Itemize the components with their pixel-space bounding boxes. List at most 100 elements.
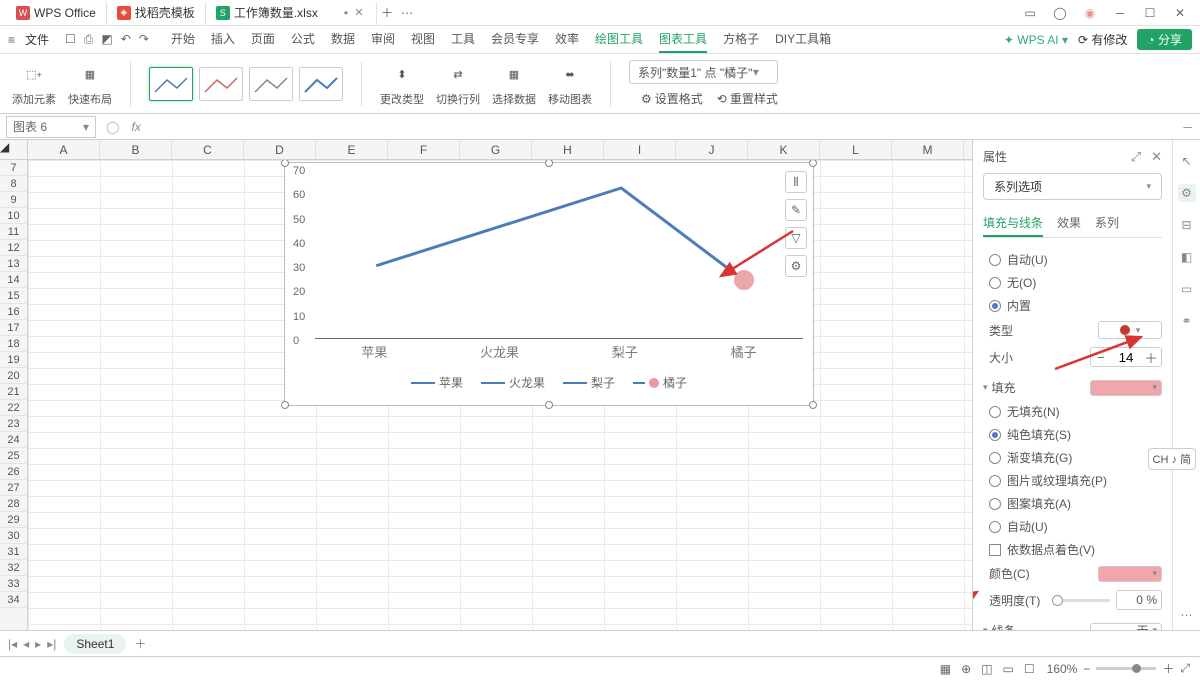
legend-item[interactable]: 橘子 bbox=[633, 374, 687, 391]
row-header[interactable]: 13 bbox=[0, 256, 27, 272]
row-header[interactable]: 32 bbox=[0, 560, 27, 576]
zoom-in-icon[interactable]: ＋ bbox=[1162, 660, 1174, 677]
col-header[interactable]: M bbox=[892, 140, 964, 159]
add-sheet-button[interactable]: ＋ bbox=[134, 635, 146, 652]
row-header[interactable]: 16 bbox=[0, 304, 27, 320]
row-header[interactable]: 28 bbox=[0, 496, 27, 512]
menu-视图[interactable]: 视图 bbox=[411, 26, 435, 53]
fill-by-point[interactable]: 依数据点着色(V) bbox=[983, 538, 1162, 561]
add-element-button[interactable]: ⬚+添加元素 bbox=[12, 61, 56, 107]
menu-绘图工具[interactable]: 绘图工具 bbox=[595, 26, 643, 53]
close-window-icon[interactable]: ✕ bbox=[1172, 6, 1188, 20]
col-header[interactable]: D bbox=[244, 140, 316, 159]
view-read-icon[interactable]: ☐ bbox=[1024, 662, 1035, 676]
col-header[interactable]: G bbox=[460, 140, 532, 159]
hamburger-icon[interactable]: ≡ bbox=[8, 33, 15, 47]
menu-页面[interactable]: 页面 bbox=[251, 26, 275, 53]
row-header[interactable]: 29 bbox=[0, 512, 27, 528]
tab-menu[interactable]: ⋯ bbox=[397, 6, 417, 20]
chart-styles-button[interactable]: ✎ bbox=[785, 199, 807, 221]
row-header[interactable]: 17 bbox=[0, 320, 27, 336]
row-header[interactable]: 8 bbox=[0, 176, 27, 192]
window-menu-icon[interactable]: ▭ bbox=[1022, 6, 1038, 20]
edge-link-icon[interactable]: ⚭ bbox=[1178, 312, 1196, 330]
col-header[interactable]: I bbox=[604, 140, 676, 159]
menu-DIY工具箱[interactable]: DIY工具箱 bbox=[775, 26, 831, 53]
menu-开始[interactable]: 开始 bbox=[171, 26, 195, 53]
view-normal-icon[interactable]: ▦ bbox=[940, 662, 951, 676]
fill-solid[interactable]: 纯色填充(S) bbox=[983, 423, 1162, 446]
series-options-dropdown[interactable]: 系列选项▾ bbox=[983, 173, 1162, 200]
col-header[interactable]: J bbox=[676, 140, 748, 159]
row-header[interactable]: 30 bbox=[0, 528, 27, 544]
close-icon[interactable]: ✕ bbox=[352, 6, 366, 20]
view-page-icon[interactable]: ▭ bbox=[1003, 662, 1014, 676]
embedded-chart[interactable]: 010203040506070 苹果火龙果梨子橘子 苹果火龙果梨子橘子 ⫴ ✎ … bbox=[284, 162, 814, 406]
row-header[interactable]: 15 bbox=[0, 288, 27, 304]
change-type-button[interactable]: ⬍更改类型 bbox=[380, 61, 424, 107]
reset-style-button[interactable]: ⟲ 重置样式 bbox=[717, 90, 778, 107]
changes-indicator[interactable]: ⟳ 有修改 bbox=[1078, 31, 1127, 48]
sync-icon[interactable]: ◯ bbox=[1052, 6, 1068, 20]
menu-公式[interactable]: 公式 bbox=[291, 26, 315, 53]
row-header[interactable]: 7 bbox=[0, 160, 27, 176]
col-header[interactable]: B bbox=[100, 140, 172, 159]
close-panel-icon[interactable]: ✕ bbox=[1151, 149, 1162, 165]
pin-icon[interactable]: ⤢ bbox=[1131, 149, 1141, 165]
line-section[interactable]: ▾线条 无▾ bbox=[983, 614, 1162, 630]
menu-工具[interactable]: 工具 bbox=[451, 26, 475, 53]
chart-filter-button[interactable]: ▽ bbox=[785, 227, 807, 249]
zoom-out-icon[interactable]: − bbox=[1083, 662, 1090, 676]
preview-icon[interactable]: ◩ bbox=[101, 32, 112, 47]
file-menu[interactable]: 文件 bbox=[25, 31, 49, 48]
line-preview[interactable]: 无▾ bbox=[1090, 623, 1162, 631]
sheet-prev-icon[interactable]: ◂ bbox=[23, 637, 29, 651]
fill-section[interactable]: ▾填充 ▾ bbox=[983, 371, 1162, 400]
fill-picture[interactable]: 图片或纹理填充(P) bbox=[983, 469, 1162, 492]
menu-图表工具[interactable]: 图表工具 bbox=[659, 26, 707, 53]
transparency-value[interactable]: 0 % bbox=[1116, 590, 1162, 610]
select-data-button[interactable]: ▦选择数据 bbox=[492, 61, 536, 107]
row-header[interactable]: 11 bbox=[0, 224, 27, 240]
row-header[interactable]: 18 bbox=[0, 336, 27, 352]
sheet-first-icon[interactable]: |◂ bbox=[8, 637, 17, 651]
chart-elements-button[interactable]: ⫴ bbox=[785, 171, 807, 193]
row-header[interactable]: 24 bbox=[0, 432, 27, 448]
set-format-button[interactable]: ⚙ 设置格式 bbox=[641, 90, 703, 107]
row-header[interactable]: 25 bbox=[0, 448, 27, 464]
minimize-icon[interactable]: ─ bbox=[1112, 6, 1128, 20]
ime-indicator[interactable]: CH ♪ 简 bbox=[1148, 448, 1197, 470]
sheet-tab[interactable]: Sheet1 bbox=[64, 634, 126, 654]
fill-none[interactable]: 无填充(N) bbox=[983, 400, 1162, 423]
cancel-icon[interactable]: ◯ bbox=[106, 120, 119, 134]
panel-tab-effect[interactable]: 效果 bbox=[1057, 210, 1081, 237]
col-header[interactable]: H bbox=[532, 140, 604, 159]
row-header[interactable]: 20 bbox=[0, 368, 27, 384]
redo-icon[interactable]: ↷ bbox=[139, 32, 149, 47]
sheet-last-icon[interactable]: ▸| bbox=[47, 637, 56, 651]
legend-item[interactable]: 火龙果 bbox=[481, 374, 545, 391]
row-header[interactable]: 27 bbox=[0, 480, 27, 496]
new-tab-button[interactable]: ＋ bbox=[377, 4, 397, 21]
row-header[interactable]: 19 bbox=[0, 352, 27, 368]
view-split-icon[interactable]: ◫ bbox=[981, 662, 992, 676]
quick-layout-button[interactable]: ▦快速布局 bbox=[68, 61, 112, 107]
series-selector[interactable]: 系列"数量1" 点 "橘子"▾ bbox=[629, 60, 778, 84]
menu-审阅[interactable]: 审阅 bbox=[371, 26, 395, 53]
menu-方格子[interactable]: 方格子 bbox=[723, 26, 759, 53]
name-box[interactable]: 图表 6▾ bbox=[6, 116, 96, 138]
switch-rowcol-button[interactable]: ⇄切换行列 bbox=[436, 61, 480, 107]
legend-item[interactable]: 苹果 bbox=[411, 374, 463, 391]
edge-comment-icon[interactable]: ⊟ bbox=[1178, 216, 1196, 234]
chart-style-gallery[interactable] bbox=[149, 67, 343, 101]
edge-more-icon[interactable]: ⋯ bbox=[1178, 606, 1196, 624]
fill-preview[interactable]: ▾ bbox=[1090, 380, 1162, 396]
transparency-slider[interactable] bbox=[1052, 599, 1110, 602]
edge-cursor-icon[interactable]: ↖ bbox=[1178, 152, 1196, 170]
row-header[interactable]: 26 bbox=[0, 464, 27, 480]
panel-tab-series[interactable]: 系列 bbox=[1095, 210, 1119, 237]
tab-template[interactable]: ◈ 找稻壳模板 bbox=[107, 1, 206, 25]
sheet-next-icon[interactable]: ▸ bbox=[35, 637, 41, 651]
stepper-plus[interactable]: ＋ bbox=[1141, 348, 1161, 367]
tab-current-file[interactable]: S 工作簿数量.xlsx • ✕ bbox=[206, 1, 377, 25]
